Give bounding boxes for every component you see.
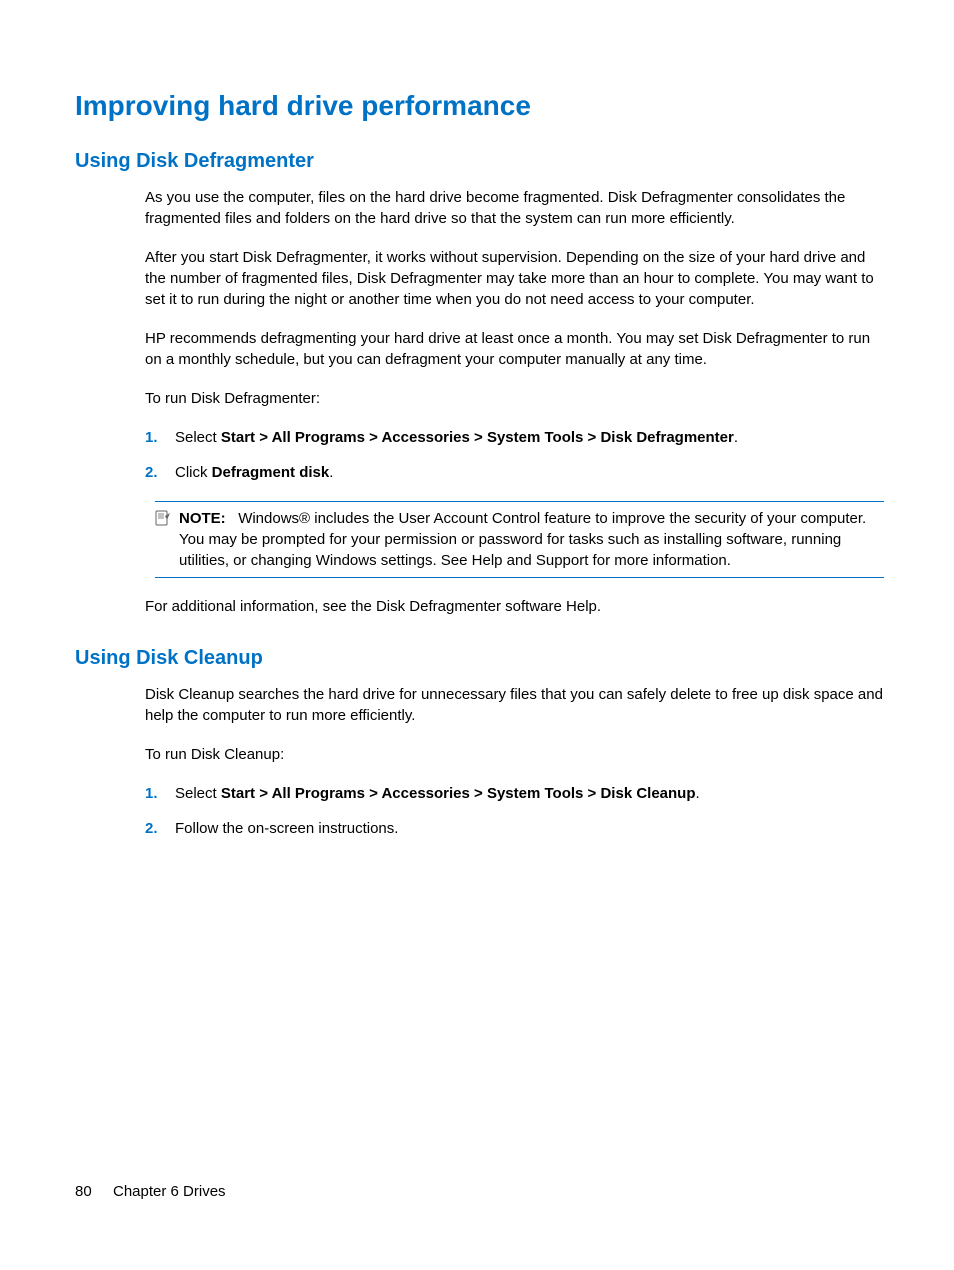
list-text-suffix: .	[734, 429, 738, 446]
list-content: Select Start > All Programs > Accessorie…	[175, 783, 884, 804]
note-content: NOTE: Windows® includes the User Account…	[179, 508, 884, 571]
paragraph: As you use the computer, files on the ha…	[145, 187, 884, 229]
paragraph: To run Disk Defragmenter:	[145, 388, 884, 409]
section-heading: Using Disk Defragmenter	[75, 150, 884, 173]
section-disk-cleanup: Using Disk Cleanup Disk Cleanup searches…	[75, 647, 884, 839]
ordered-list: 1. Select Start > All Programs > Accesso…	[145, 783, 884, 839]
list-text-prefix: Follow the on-screen instructions.	[175, 820, 398, 837]
page-title: Improving hard drive performance	[75, 90, 884, 122]
list-text-prefix: Select	[175, 785, 221, 802]
list-number: 2.	[145, 462, 175, 483]
list-text-bold: Start > All Programs > Accessories > Sys…	[221, 785, 696, 802]
list-content: Click Defragment disk.	[175, 462, 884, 483]
list-item: 1. Select Start > All Programs > Accesso…	[145, 427, 884, 448]
list-number: 1.	[145, 427, 175, 448]
paragraph: Disk Cleanup searches the hard drive for…	[145, 684, 884, 726]
paragraph: To run Disk Cleanup:	[145, 744, 884, 765]
list-number: 1.	[145, 783, 175, 804]
list-item: 2. Follow the on-screen instructions.	[145, 818, 884, 839]
list-text-suffix: .	[329, 464, 333, 481]
list-text-bold: Start > All Programs > Accessories > Sys…	[221, 429, 734, 446]
list-text-bold: Defragment disk	[212, 464, 330, 481]
chapter-label: Chapter 6 Drives	[113, 1183, 226, 1200]
note-text: Windows® includes the User Account Contr…	[179, 510, 866, 569]
page-number: 80	[75, 1183, 95, 1200]
list-text-prefix: Select	[175, 429, 221, 446]
list-content: Follow the on-screen instructions.	[175, 818, 884, 839]
note-icon-wrap	[155, 508, 179, 571]
ordered-list: 1. Select Start > All Programs > Accesso…	[145, 427, 884, 483]
note-icon	[155, 510, 171, 526]
list-item: 2. Click Defragment disk.	[145, 462, 884, 483]
list-item: 1. Select Start > All Programs > Accesso…	[145, 783, 884, 804]
page-footer: 80 Chapter 6 Drives	[75, 1183, 226, 1200]
paragraph: For additional information, see the Disk…	[145, 596, 884, 617]
note-box: NOTE: Windows® includes the User Account…	[155, 501, 884, 578]
list-text-prefix: Click	[175, 464, 212, 481]
section-disk-defragmenter: Using Disk Defragmenter As you use the c…	[75, 150, 884, 617]
list-text-suffix: .	[696, 785, 700, 802]
section-heading: Using Disk Cleanup	[75, 647, 884, 670]
list-content: Select Start > All Programs > Accessorie…	[175, 427, 884, 448]
note-label: NOTE:	[179, 510, 226, 527]
paragraph: HP recommends defragmenting your hard dr…	[145, 328, 884, 370]
paragraph: After you start Disk Defragmenter, it wo…	[145, 247, 884, 310]
page-content: Improving hard drive performance Using D…	[0, 0, 954, 839]
list-number: 2.	[145, 818, 175, 839]
